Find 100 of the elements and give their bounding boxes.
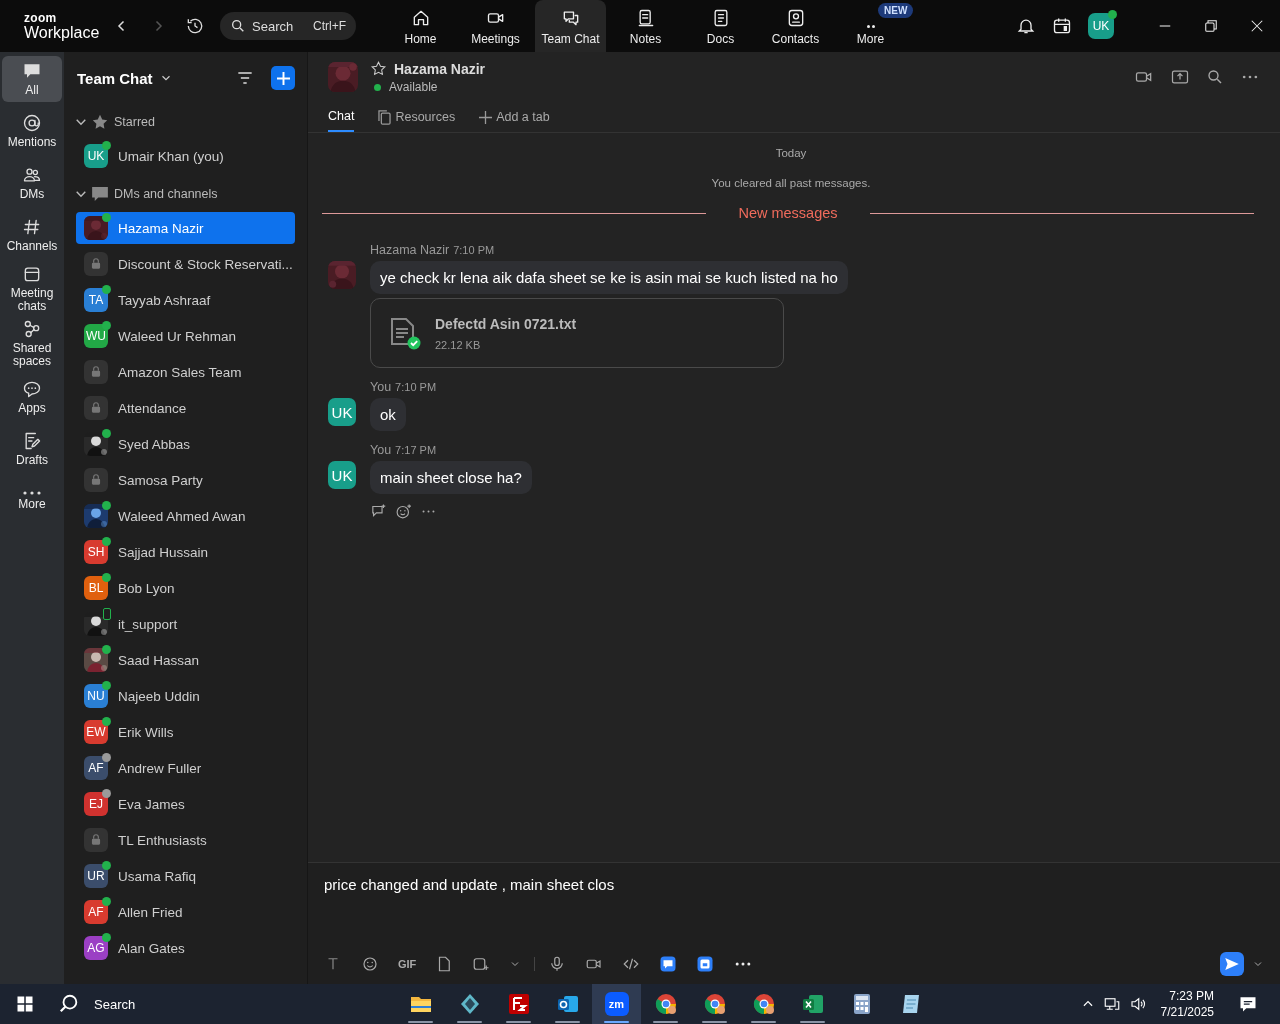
reply-icon[interactable] bbox=[370, 503, 387, 520]
list-title[interactable]: Team Chat bbox=[77, 69, 153, 87]
nav-tab[interactable]: More bbox=[833, 25, 908, 52]
conversation-item[interactable]: Samosa Party bbox=[76, 464, 295, 496]
send-button[interactable] bbox=[1220, 952, 1244, 976]
conversation-item[interactable]: UK Umair Khan (you) bbox=[76, 140, 295, 172]
emoji-icon[interactable] bbox=[361, 955, 379, 973]
more-icon bbox=[22, 491, 42, 495]
star-icon bbox=[92, 114, 108, 130]
zoom-app-icon[interactable]: zm bbox=[592, 984, 641, 1024]
conversation-item[interactable]: BL Bob Lyon bbox=[76, 572, 295, 604]
notification-icon[interactable] bbox=[1238, 994, 1258, 1014]
rail-item[interactable]: Apps bbox=[2, 374, 62, 420]
gif-button[interactable]: GIF bbox=[398, 958, 417, 970]
conversation-item[interactable]: TA Tayyab Ashraaf bbox=[76, 284, 295, 316]
search-icon[interactable] bbox=[1206, 68, 1224, 86]
rail-item[interactable]: Mentions bbox=[2, 108, 62, 154]
file-name: Defectd Asin 0721.txt bbox=[435, 315, 577, 332]
start-icon[interactable] bbox=[16, 995, 34, 1013]
rail-item[interactable]: Shared spaces bbox=[2, 319, 62, 368]
conversation-item[interactable]: Waleed Ahmed Awan bbox=[76, 500, 295, 532]
conversation-item[interactable]: UR Usama Rafiq bbox=[76, 860, 295, 892]
lock-icon bbox=[84, 828, 108, 852]
sender-name: You bbox=[370, 443, 392, 457]
nodes-icon bbox=[22, 319, 42, 339]
chat-tab[interactable]: Resources bbox=[378, 102, 456, 132]
calendar-icon[interactable] bbox=[1052, 16, 1072, 36]
nav-tab[interactable]: Home bbox=[383, 8, 458, 52]
rail-item[interactable]: Channels bbox=[2, 212, 62, 258]
rail-item[interactable]: DMs bbox=[2, 160, 62, 206]
conversation-item[interactable]: Saad Hassan bbox=[76, 644, 295, 676]
app-box-icon[interactable] bbox=[696, 955, 715, 973]
file-card[interactable]: Defectd Asin 0721.txt 22.12 KB bbox=[370, 298, 784, 368]
taskbar-search[interactable]: Search bbox=[58, 993, 338, 1015]
conversation-item[interactable]: EJ Eva James bbox=[76, 788, 295, 820]
chat-tab[interactable]: Chat bbox=[328, 102, 355, 132]
message-bubble: main sheet close ha? bbox=[370, 461, 532, 494]
conversation-item[interactable]: AF Andrew Fuller bbox=[76, 752, 295, 784]
rail-item[interactable]: Meeting chats bbox=[2, 264, 62, 313]
conversation-item[interactable]: SH Sajjad Hussain bbox=[76, 536, 295, 568]
screenshot-icon[interactable] bbox=[472, 955, 491, 973]
avatar: EJ bbox=[84, 792, 108, 816]
avatar: NU bbox=[84, 684, 108, 708]
nav-tab[interactable]: Docs bbox=[683, 8, 758, 52]
rail-item[interactable]: More bbox=[2, 478, 62, 524]
clock[interactable]: 7:23 PM 7/21/2025 bbox=[1160, 988, 1214, 1020]
nav-tab[interactable]: Contacts bbox=[758, 8, 833, 52]
message-input[interactable]: price changed and update , main sheet clos bbox=[324, 873, 1264, 895]
new-badge: NEW bbox=[878, 3, 914, 18]
new-chat-button[interactable] bbox=[271, 66, 295, 90]
avatar: AF bbox=[84, 900, 108, 924]
avatar: TA bbox=[84, 288, 108, 312]
rail-item[interactable]: All bbox=[2, 56, 62, 102]
chat-tab[interactable]: Add a tab bbox=[479, 102, 550, 132]
more-dots-icon bbox=[866, 25, 875, 28]
avatar: EW bbox=[84, 720, 108, 744]
nav-tab[interactable]: Meetings bbox=[458, 8, 533, 52]
nav-tab[interactable]: Team Chat bbox=[535, 0, 606, 52]
conversation-item[interactable]: WU Waleed Ur Rehman bbox=[76, 320, 295, 352]
avatar: SH bbox=[84, 540, 108, 564]
chevron-icon bbox=[76, 189, 86, 199]
conversation-item[interactable]: Hazama Nazir bbox=[76, 212, 295, 244]
volume-icon[interactable] bbox=[1128, 995, 1147, 1013]
rail-item[interactable]: Drafts bbox=[2, 426, 62, 472]
network-icon[interactable] bbox=[1102, 995, 1121, 1013]
conversation-item[interactable]: NU Najeeb Uddin bbox=[76, 680, 295, 712]
avatar: AG bbox=[84, 936, 108, 960]
message-time: 7:17 PM bbox=[395, 444, 437, 456]
conversation-item[interactable]: TL Enthusiasts bbox=[76, 824, 295, 856]
message-time: 7:10 PM bbox=[453, 244, 495, 256]
conversation-item[interactable]: Attendance bbox=[76, 392, 295, 424]
star-icon[interactable] bbox=[370, 60, 387, 77]
lock-icon bbox=[84, 252, 108, 276]
conversation-item[interactable]: Amazon Sales Team bbox=[76, 356, 295, 388]
history-icon[interactable] bbox=[185, 16, 205, 36]
message-bubble: ok bbox=[370, 398, 406, 431]
conversation-item[interactable]: AG Alan Gates bbox=[76, 932, 295, 964]
search-icon bbox=[230, 18, 246, 34]
section-header[interactable]: Starred bbox=[76, 104, 295, 140]
conversation-item[interactable]: Discount & Stock Reservati... bbox=[76, 248, 295, 280]
logo-wordmark: zoom bbox=[24, 11, 58, 24]
search-field[interactable]: Search bbox=[252, 18, 306, 34]
nav-tab[interactable]: Notes bbox=[608, 8, 683, 52]
system-notice: You cleared all past messages. bbox=[710, 177, 872, 189]
search-bar[interactable]: Search Ctrl+F bbox=[220, 12, 356, 40]
conversation-item[interactable]: it_support bbox=[76, 608, 295, 640]
sender-name: You bbox=[370, 380, 392, 394]
chat-bubble-icon bbox=[92, 187, 108, 201]
conversation-item[interactable]: Syed Abbas bbox=[76, 428, 295, 460]
app-chat-icon[interactable] bbox=[659, 955, 678, 973]
conversation-item[interactable]: EW Erik Wills bbox=[76, 716, 295, 748]
avatar: UK bbox=[328, 461, 356, 489]
chat-dots-icon bbox=[22, 379, 42, 399]
restore-icon[interactable] bbox=[1202, 17, 1220, 35]
add-reaction-icon[interactable] bbox=[395, 503, 412, 520]
section-header[interactable]: DMs and channels bbox=[76, 176, 295, 212]
conversation-item[interactable]: AF Allen Fried bbox=[76, 896, 295, 928]
shortcut-hint: Ctrl+F bbox=[313, 19, 346, 33]
copy-icon bbox=[378, 109, 392, 125]
avatar: AF bbox=[84, 756, 108, 780]
